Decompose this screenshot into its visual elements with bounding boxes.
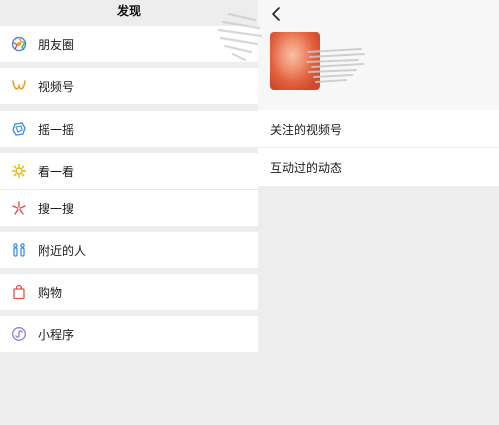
menu-item-label: 附近的人 [38, 243, 87, 258]
channels-icon [10, 77, 28, 95]
menu-item-label: 看一看 [38, 164, 75, 179]
menu-item-top-stories[interactable]: 看一看 [0, 153, 258, 189]
menu-item-shake[interactable]: 摇一摇 [0, 111, 258, 147]
menu-item-label: 摇一摇 [38, 122, 75, 137]
shopping-bag-icon [10, 283, 28, 301]
menu-item-label: 搜一搜 [38, 201, 75, 216]
moments-icon [10, 35, 28, 53]
shake-icon [10, 120, 28, 138]
menu-item-label: 购物 [38, 285, 63, 300]
menu-item-mini-programs[interactable]: 小程序 [0, 316, 258, 352]
interacted-posts-label: 互动过的动态 [270, 160, 343, 175]
interacted-posts-item[interactable]: 互动过的动态 [258, 148, 499, 186]
top-stories-icon [10, 162, 28, 180]
menu-item-people-nearby[interactable]: 附近的人 [0, 232, 258, 268]
menu-item-shopping[interactable]: 购物 [0, 274, 258, 310]
profile-header [258, 30, 499, 110]
channels-panel: 关注的视频号 互动过的动态 [258, 0, 499, 425]
screen: 发现 朋友圈 视频号 摇一摇 看一看 搜一搜 附近的人 购物 小程序 关注的视频… [0, 0, 499, 425]
menu-item-label: 小程序 [38, 327, 75, 342]
followed-channels-label: 关注的视频号 [270, 122, 343, 137]
mini-program-icon [10, 325, 28, 343]
menu-item-search[interactable]: 搜一搜 [0, 190, 258, 226]
followed-channels-item[interactable]: 关注的视频号 [258, 110, 499, 148]
redaction-scribble [306, 48, 365, 83]
channels-menu: 关注的视频号 互动过的动态 [258, 110, 499, 186]
search-icon [10, 199, 28, 217]
people-nearby-icon [10, 241, 28, 259]
redaction-scribble [217, 12, 263, 62]
menu-item-label: 视频号 [38, 79, 75, 94]
nav-bar [258, 0, 499, 30]
menu-item-label: 朋友圈 [38, 37, 75, 52]
menu-item-channels[interactable]: 视频号 [0, 68, 258, 104]
